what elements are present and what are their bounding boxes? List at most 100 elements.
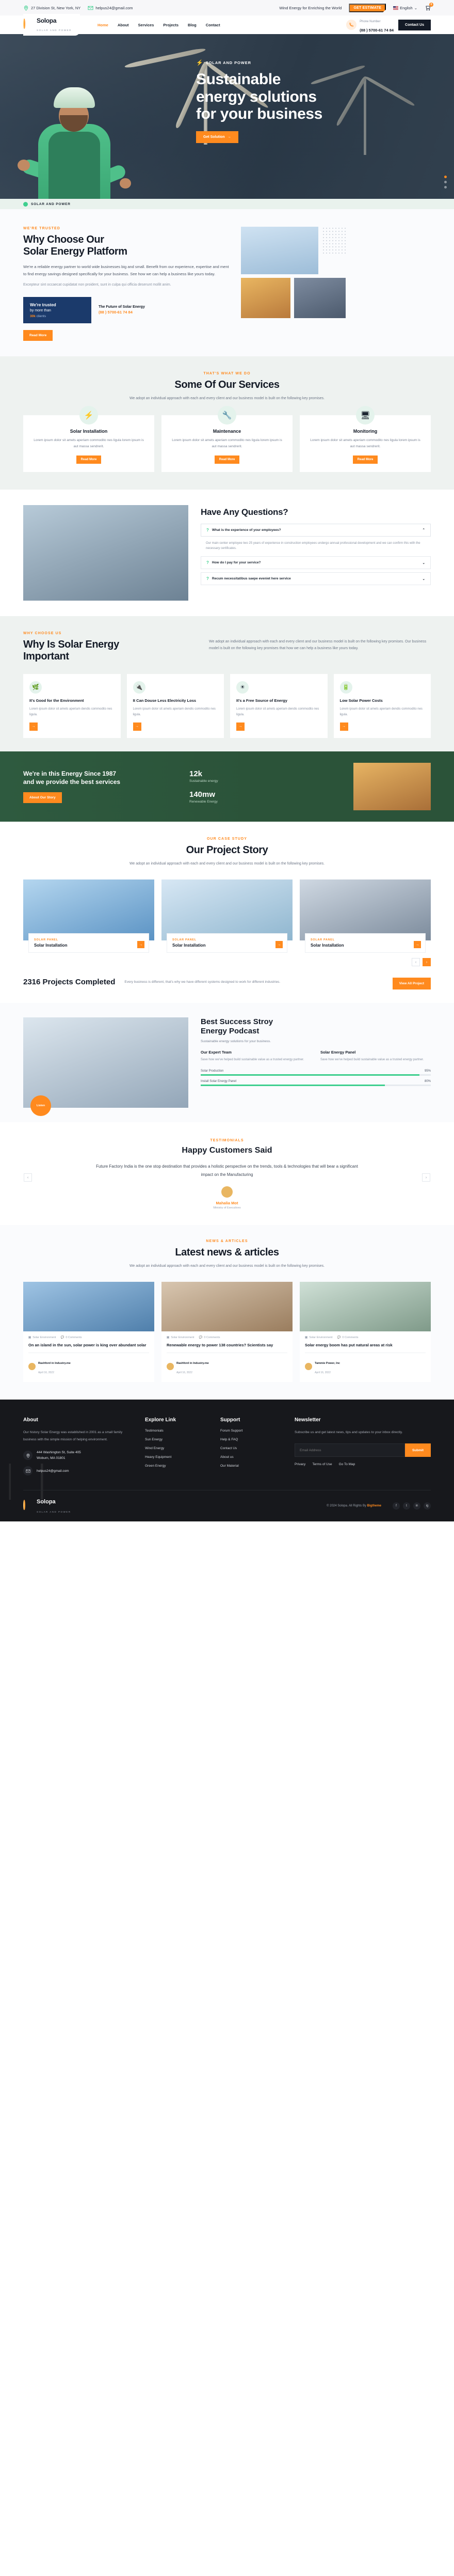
why-title-line1: Why Choose Our [23, 234, 104, 245]
footer-logo[interactable]: Solopa SOLAR AND POWER [23, 1497, 71, 1515]
project-card[interactable]: SOLAR PANEL Solar Installation → [300, 879, 431, 953]
main-navigation: Solopa SOLAR AND POWER Home About Servic… [0, 14, 454, 36]
blog-card[interactable]: ▣ Solar Environment 💬 0 Comments On an isl… [23, 1282, 154, 1383]
nav-phone-number: (88 ) 5700-61 74 84 [360, 28, 394, 33]
topbar-address-text: 27 Division St, New York, NY [31, 5, 81, 10]
important-card[interactable]: 🌿 It's Good for the Environment Lorem ip… [23, 673, 121, 738]
service-card[interactable]: ⚡ Solar Installation Lorem ipsum dolor s… [23, 406, 154, 472]
language-selector[interactable]: English ⌄ [393, 6, 417, 10]
arrow-right-icon[interactable]: → [137, 941, 144, 949]
footer-copyright-brand: Bigtheme [367, 1504, 381, 1508]
comment-icon: 💬 [337, 1336, 341, 1340]
instagram-icon[interactable]: ig [424, 1502, 431, 1510]
footer-link-wind-energy[interactable]: Wind Energy [145, 1447, 207, 1450]
hero-dot-2[interactable] [444, 181, 447, 183]
service-read-more-button[interactable]: Read More [214, 455, 240, 464]
footer-link-our-material[interactable]: Our Material [220, 1464, 281, 1468]
service-read-more-button[interactable]: Read More [76, 455, 102, 464]
cta-button[interactable]: About Our Story [23, 792, 62, 804]
podcast-image: Listen [23, 1017, 188, 1117]
nav-phone[interactable]: Phone Number (88 ) 5700-61 74 84 [346, 15, 394, 34]
important-title-line2: Important [23, 650, 69, 662]
projects-prev-button[interactable]: ‹ [412, 958, 420, 967]
view-all-projects-button[interactable]: View All Project [392, 978, 431, 990]
facebook-icon[interactable]: f [393, 1502, 400, 1510]
progress-value: 95% [424, 1070, 431, 1073]
footer-link-about-us[interactable]: About us [220, 1455, 281, 1459]
footer-link-forum-support[interactable]: Forum Support [220, 1429, 281, 1433]
nav-item-services[interactable]: Services [138, 23, 154, 27]
important-card-text: Lorem ipsum dolor sit amets aperiam dend… [29, 708, 112, 716]
hero-cta-button[interactable]: Get Solution → [196, 131, 238, 143]
nav-item-about[interactable]: About [118, 23, 129, 27]
footer-link-map[interactable]: Go To Map [339, 1463, 355, 1466]
footer-link-help-faq[interactable]: Help & FAQ [220, 1438, 281, 1441]
hero-dot-3[interactable] [444, 186, 447, 189]
question-mark-icon: ? [206, 527, 209, 532]
arrow-right-icon[interactable]: → [275, 941, 283, 949]
footer-link-terms[interactable]: Terms of Use [312, 1463, 332, 1466]
hero-dot-1[interactable] [444, 176, 447, 178]
footer-link-contact-us[interactable]: Contact Us [220, 1447, 281, 1450]
cta-stat-number: 140mw [189, 790, 216, 799]
newsletter-email-input[interactable] [295, 1443, 405, 1457]
why-read-more-button[interactable]: Read More [23, 329, 53, 341]
twitter-icon[interactable]: t [403, 1502, 410, 1510]
get-estimate-button[interactable]: GET ESTIMATE [349, 3, 386, 12]
arrow-right-icon[interactable]: → [414, 941, 421, 949]
site-logo[interactable]: Solopa SOLAR AND POWER [23, 14, 80, 36]
project-title: Solar Installation [172, 943, 206, 948]
blog-title: Latest news & articles [175, 1246, 279, 1258]
project-image [300, 879, 431, 941]
hero-slider-dots[interactable] [444, 176, 447, 189]
why-paragraph-2: Excepteur sint occaecat cupidatat non pr… [23, 282, 171, 287]
service-read-more-button[interactable]: Read More [352, 455, 378, 464]
service-card[interactable]: 🔧 Maintenance Lorem ipsum dolor sit amet… [161, 406, 293, 472]
listen-podcast-badge[interactable]: Listen [30, 1095, 51, 1117]
footer-link-sun-energy[interactable]: Sun Energy [145, 1438, 207, 1441]
contact-us-button[interactable]: Contact Us [398, 19, 431, 30]
cart-button[interactable]: 0 [425, 3, 433, 11]
hero-title-line1: Sustainable [196, 71, 281, 88]
arrow-right-icon[interactable]: → [339, 722, 348, 731]
important-card[interactable]: ☀ It's a Free Source of Energy Lorem ips… [230, 673, 328, 738]
important-card[interactable]: 🔌 It Can Douse Less Electricity Loss Lor… [126, 673, 224, 738]
faq-item[interactable]: ? What is the experience of your employe… [201, 523, 431, 537]
cta-stat: 12k Sustainable energy [189, 769, 218, 783]
topbar-email[interactable]: helpus24@gmail.com [88, 5, 133, 11]
footer-email[interactable]: helpus24@gmail.com [23, 1466, 132, 1476]
project-card[interactable]: SOLAR PANEL Solar Installation → [23, 879, 154, 953]
nav-item-home[interactable]: Home [98, 23, 108, 27]
footer-link-green-energy[interactable]: Green Energy [145, 1464, 207, 1468]
hero-worker-photo [18, 54, 131, 209]
blog-category: ▣ Solar Environment [305, 1336, 333, 1340]
footer-link-testimonials[interactable]: Testimonials [145, 1429, 207, 1433]
arrow-right-icon[interactable]: → [236, 722, 245, 731]
blog-card[interactable]: ▣ Solar Environment 💬 0 Comments Renewable… [161, 1282, 293, 1383]
language-label: English [400, 5, 413, 10]
arrow-right-icon[interactable]: → [29, 722, 38, 731]
newsletter-submit-button[interactable]: Submit [404, 1443, 431, 1457]
important-card[interactable]: 🔋 Low Solar Power Costs Lorem ipsum dolo… [333, 673, 431, 738]
hero-bottom-bar: SOLAR AND POWER [0, 199, 454, 209]
linkedin-icon[interactable]: in [413, 1502, 420, 1510]
footer-link-heavy-equipment[interactable]: Heavy Equipment [145, 1455, 207, 1459]
blog-author: Rashford in Industry.me [176, 1362, 209, 1365]
project-card[interactable]: SOLAR PANEL Solar Installation → [161, 879, 293, 953]
blog-kicker: NEWS & ARTICLES [206, 1239, 248, 1243]
why-phone-card[interactable]: The Future of Solar Energy (88 ) 5700-61… [99, 305, 145, 315]
blog-card[interactable]: ▣ Solar Environment 💬 0 Comments Solar ene… [300, 1282, 431, 1383]
blog-author-avatar [305, 1363, 312, 1371]
service-card[interactable]: 🖥 Monitoring Lorem ipsum dolor sit amets… [300, 406, 431, 472]
nav-item-blog[interactable]: Blog [188, 23, 197, 27]
faq-question: How do I pay for your service? [212, 561, 261, 565]
faq-item[interactable]: ? How do I pay for your service? ⌄ [201, 556, 431, 570]
nav-item-projects[interactable]: Projects [163, 23, 179, 27]
nav-item-contact[interactable]: Contact [206, 23, 220, 27]
projects-next-button[interactable]: › [423, 958, 431, 967]
hero-title-line2: energy solutions [196, 88, 317, 105]
footer-link-privacy[interactable]: Privacy [295, 1463, 305, 1466]
arrow-right-icon[interactable]: → [133, 722, 141, 731]
faq-item[interactable]: ? Recum necessitatibus saepe eveniet her… [201, 572, 431, 586]
projects-count-title: 2316 Projects Completed [23, 978, 116, 987]
